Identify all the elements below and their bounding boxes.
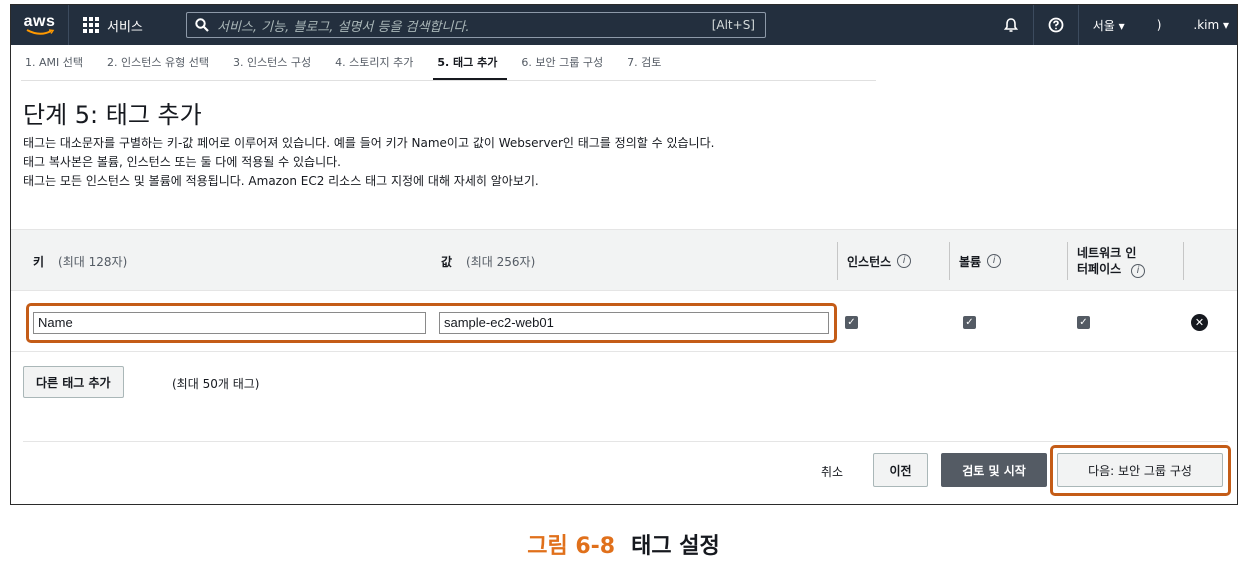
region-selector[interactable]: 서울 ▾ <box>1077 5 1139 45</box>
description-line-1: 태그는 대소문자를 구별하는 키-값 페어로 이루어져 있습니다. 예를 들어 … <box>23 136 715 150</box>
top-navigation: aws 서비스 서비스, 기능, 블로그, 설명서 등을 검색합니다. [Alt… <box>11 5 1237 45</box>
account-fragment[interactable]: ) <box>1139 5 1180 45</box>
value-column-header: 값 (최대 256자) <box>441 230 535 292</box>
instance-column-header: 인스턴스 i <box>847 230 912 292</box>
key-header-label: 키 <box>33 254 45 269</box>
value-header-hint: (최대 256자) <box>466 254 536 269</box>
header-divider <box>837 242 838 280</box>
tag-table-header: 키 (최대 128자) 값 (최대 256자) 인스턴스 i 볼륨 i 네트워크… <box>11 229 1237 291</box>
step-instance-type[interactable]: 2. 인스턴스 유형 선택 <box>103 54 219 81</box>
info-icon[interactable]: i <box>987 254 1002 268</box>
console-window: aws 서비스 서비스, 기능, 블로그, 설명서 등을 검색합니다. [Alt… <box>10 4 1238 505</box>
wizard-steps: 1. AMI 선택 2. 인스턴스 유형 선택 3. 인스턴스 구성 4. 스토… <box>11 45 1237 81</box>
key-column-header: 키 (최대 128자) <box>33 230 127 292</box>
previous-button[interactable]: 이전 <box>873 453 928 487</box>
step-tags[interactable]: 5. 태그 추가 <box>433 54 508 81</box>
step-storage[interactable]: 4. 스토리지 추가 <box>331 54 423 81</box>
page-title: 단계 5: 태그 추가 <box>23 101 202 129</box>
figure-title: 태그 설정 <box>631 534 720 559</box>
instance-header-label: 인스턴스 <box>847 254 892 269</box>
services-menu[interactable]: 서비스 <box>69 5 155 45</box>
highlight-next-button <box>1050 445 1231 496</box>
account-fragment-text: ) <box>1156 18 1162 32</box>
add-tag-hint: (최대 50개 태그) <box>172 377 260 391</box>
instance-checkbox[interactable]: ✓ <box>845 316 858 329</box>
description-line-3: 태그는 모든 인스턴스 및 볼륨에 적용됩니다. Amazon EC2 리소스 … <box>23 174 539 188</box>
description-line-2: 태그 복사본은 볼륨, 인스턴스 또는 둘 다에 적용될 수 있습니다. <box>23 155 341 169</box>
steps-divider <box>21 80 876 81</box>
notifications-button[interactable] <box>989 5 1033 45</box>
services-label: 서비스 <box>107 19 143 35</box>
volume-checkbox[interactable]: ✓ <box>963 316 976 329</box>
eni-checkbox[interactable]: ✓ <box>1077 316 1090 329</box>
volume-header-label: 볼륨 <box>959 254 982 269</box>
nav-right-group: 서울 ▾ ) .kim ▾ <box>989 5 1237 45</box>
key-header-hint: (최대 128자) <box>58 254 128 269</box>
bell-icon <box>1003 18 1018 32</box>
add-tag-button[interactable]: 다른 태그 추가 <box>23 366 124 398</box>
figure-number: 그림 6-8 <box>527 534 616 559</box>
header-divider <box>1067 242 1068 280</box>
cancel-link[interactable]: 취소 <box>821 463 843 480</box>
eni-header-line1: 네트워크 인 <box>1077 245 1137 260</box>
eni-column-header: 네트워크 인 터페이스 i <box>1077 230 1145 292</box>
help-button[interactable] <box>1032 5 1078 45</box>
search-placeholder: 서비스, 기능, 블로그, 설명서 등을 검색합니다. <box>217 19 470 35</box>
header-divider <box>949 242 950 280</box>
value-header-label: 값 <box>441 254 453 269</box>
aws-logo[interactable]: aws <box>11 5 69 45</box>
user-label: .kim ▾ <box>1193 18 1229 32</box>
step-review[interactable]: 7. 검토 <box>623 54 671 81</box>
aws-smile-icon <box>26 28 54 35</box>
info-icon[interactable]: i <box>1131 263 1145 278</box>
apps-grid-icon <box>83 17 99 33</box>
search-input[interactable]: 서비스, 기능, 블로그, 설명서 등을 검색합니다. [Alt+S] <box>186 12 766 38</box>
eni-header-line2: 터페이스 <box>1077 261 1122 276</box>
aws-logo-text: aws <box>23 12 56 30</box>
info-icon[interactable]: i <box>897 254 912 268</box>
volume-column-header: 볼륨 i <box>959 230 1002 292</box>
footer-divider <box>23 441 1228 442</box>
figure-caption: 그림 6-8 태그 설정 <box>0 528 1247 560</box>
review-launch-button[interactable]: 검토 및 시작 <box>941 453 1047 487</box>
user-menu[interactable]: .kim ▾ <box>1179 5 1237 45</box>
help-icon <box>1048 17 1064 33</box>
step-security-group[interactable]: 6. 보안 그룹 구성 <box>517 54 613 81</box>
step-ami[interactable]: 1. AMI 선택 <box>21 54 93 81</box>
region-label: 서울 ▾ <box>1092 18 1125 33</box>
remove-tag-icon[interactable]: ✕ <box>1191 314 1208 331</box>
search-shortcut: [Alt+S] <box>711 18 755 32</box>
header-divider <box>1183 242 1184 280</box>
step-configure[interactable]: 3. 인스턴스 구성 <box>229 54 321 81</box>
highlight-tag-row <box>26 303 837 343</box>
search-icon <box>195 18 209 32</box>
